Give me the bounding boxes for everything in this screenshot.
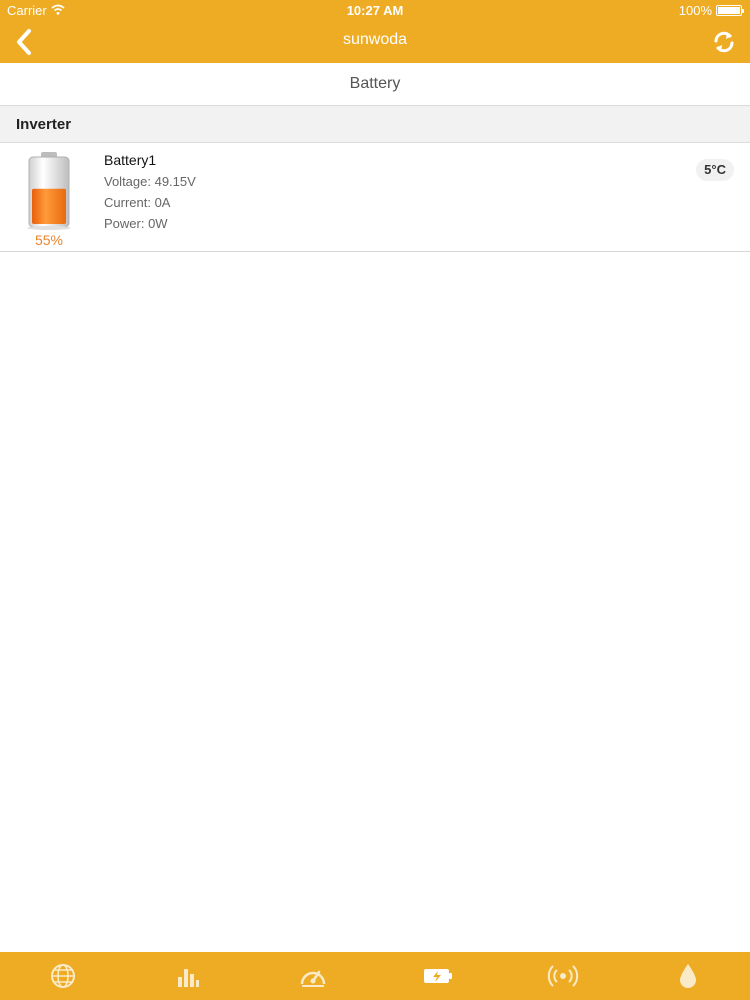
battery-bolt-icon (423, 969, 452, 983)
top-bar: Carrier 10:27 AM 100% sunwoda (0, 0, 750, 63)
refresh-button[interactable] (708, 26, 740, 58)
temperature-badge: 5°C (696, 159, 734, 181)
status-bar: Carrier 10:27 AM 100% (0, 0, 750, 20)
tab-drop[interactable] (625, 952, 750, 1000)
tab-battery[interactable] (375, 952, 500, 1000)
battery-percent: 55% (34, 232, 64, 248)
battery-list-item[interactable]: 55% Battery1 Voltage: 49.15V Current: 0A… (0, 143, 750, 252)
battery-name: Battery1 (104, 152, 157, 168)
refresh-icon (714, 31, 734, 53)
drop-icon (679, 964, 696, 988)
tab-bar (0, 952, 750, 1000)
bar-chart-icon (177, 969, 199, 987)
battery-percent-label: 100% (678, 3, 712, 18)
section-header: Inverter (0, 106, 750, 143)
page-title: Battery (349, 75, 401, 92)
battery-voltage: Voltage: 49.15V (104, 174, 196, 189)
broadcast-icon (547, 965, 578, 987)
nav-bar: sunwoda (0, 20, 750, 63)
battery-current: Current: 0A (104, 195, 171, 210)
status-battery-icon (716, 5, 744, 16)
tab-gauge[interactable] (250, 952, 375, 1000)
tab-signal[interactable] (500, 952, 625, 1000)
status-time: 10:27 AM (346, 3, 404, 18)
nav-title: sunwoda (342, 31, 408, 48)
gauge-icon (300, 970, 325, 987)
battery-level-icon (27, 152, 71, 230)
tab-globe[interactable] (0, 952, 125, 1000)
status-battery: 100% (678, 3, 744, 18)
tab-statistics[interactable] (125, 952, 250, 1000)
section-title: Inverter (16, 116, 72, 133)
page-header: Battery (0, 63, 750, 106)
battery-power: Power: 0W (104, 216, 168, 231)
globe-icon (50, 964, 75, 988)
